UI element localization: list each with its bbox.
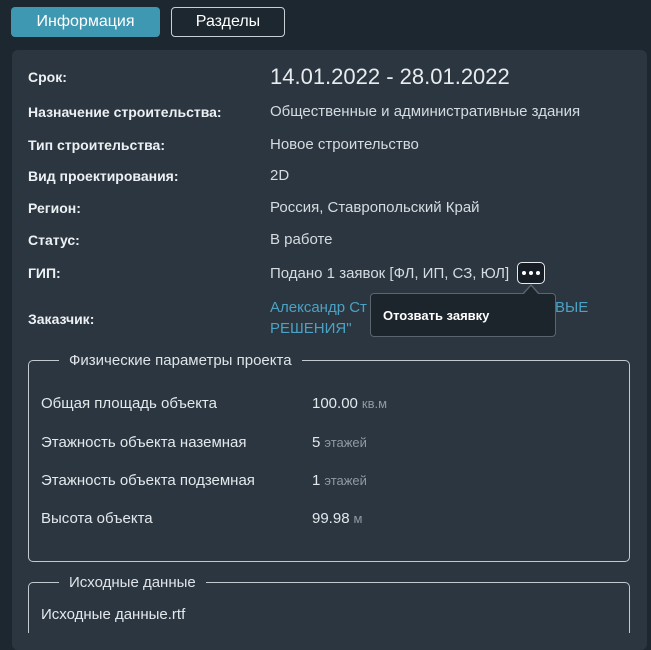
- popup-arrow-fill: [523, 286, 539, 295]
- param-unit: этажей: [324, 435, 367, 450]
- design-type-label: Вид проектирования:: [28, 168, 179, 184]
- param-value: 1 этажей: [312, 472, 367, 489]
- param-unit: кв.м: [361, 396, 388, 411]
- customer-link[interactable]: Александр Ст: [270, 299, 367, 316]
- param-label: Общая площадь объекта: [41, 395, 217, 412]
- param-value: 5 этажей: [312, 434, 367, 451]
- physical-params-group: Физические параметры проекта: [28, 352, 630, 562]
- param-unit: м: [353, 511, 363, 526]
- param-value: 100.00 кв.м: [312, 395, 387, 412]
- param-value: 99.98 м: [312, 510, 362, 527]
- param-number: 5: [312, 434, 321, 451]
- construction-type-label: Тип строительства:: [28, 137, 165, 153]
- tab-bar: Информация Разделы: [11, 7, 285, 37]
- customer-label: Заказчик:: [28, 311, 95, 327]
- param-label: Этажность объекта наземная: [41, 434, 247, 451]
- ellipsis-dot: [536, 271, 540, 275]
- status-label: Статус:: [28, 232, 80, 248]
- region-value: Россия, Ставропольский Край: [270, 199, 480, 216]
- purpose-label: Назначение строительства:: [28, 104, 222, 120]
- construction-type-value: Новое строительство: [270, 136, 419, 153]
- design-type-value: 2D: [270, 167, 290, 184]
- param-number: 100.00: [312, 395, 358, 412]
- tab-sections[interactable]: Разделы: [171, 7, 285, 37]
- status-value: В работе: [270, 231, 333, 248]
- term-label: Срок:: [28, 69, 67, 85]
- param-label: Высота объекта: [41, 510, 153, 527]
- gip-label: ГИП:: [28, 265, 61, 281]
- param-number: 99.98: [312, 510, 350, 527]
- physical-params-title: Физические параметры проекта: [69, 352, 292, 369]
- source-data-group: Исходные данные: [28, 574, 630, 633]
- gip-value: Подано 1 заявок [ФЛ, ИП, СЗ, ЮЛ]: [270, 265, 510, 282]
- ellipsis-icon: [522, 271, 526, 275]
- customer-link-line2[interactable]: РЕШЕНИЯ": [270, 320, 352, 337]
- term-value: 14.01.2022 - 28.01.2022: [270, 64, 510, 89]
- customer-link-tail[interactable]: ВЫЕ: [555, 299, 588, 316]
- revoke-application-label: Отозвать заявку: [383, 307, 490, 323]
- source-file-link[interactable]: Исходные данные.rtf: [41, 606, 185, 623]
- more-options-button[interactable]: [517, 262, 545, 284]
- revoke-application-menu-item[interactable]: Отозвать заявку: [370, 293, 556, 337]
- param-label: Этажность объекта подземная: [41, 472, 255, 489]
- param-number: 1: [312, 472, 321, 489]
- purpose-value: Общественные и административные здания: [270, 103, 581, 120]
- ellipsis-dot: [529, 271, 533, 275]
- region-label: Регион:: [28, 200, 81, 216]
- tab-information[interactable]: Информация: [11, 7, 160, 37]
- source-data-title: Исходные данные: [69, 574, 196, 591]
- param-unit: этажей: [324, 473, 367, 488]
